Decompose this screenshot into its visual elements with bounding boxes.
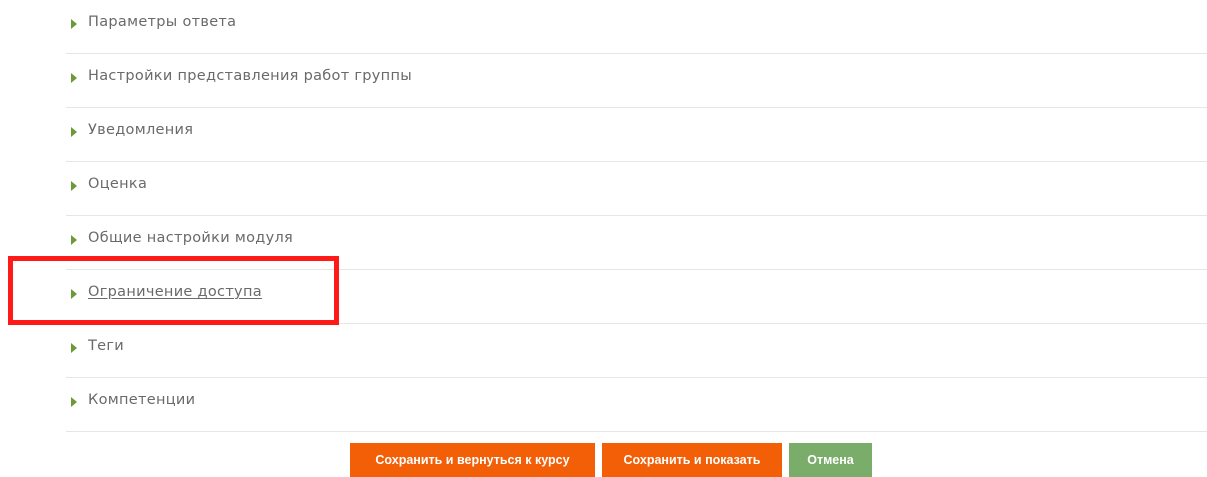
- section-notifications[interactable]: Уведомления: [66, 108, 1207, 162]
- expand-arrow-icon: [71, 235, 77, 245]
- save-and-display-button[interactable]: Сохранить и показать: [602, 443, 782, 477]
- expand-arrow-icon: [71, 181, 77, 191]
- section-tags[interactable]: Теги: [66, 324, 1207, 378]
- expand-arrow-icon: [71, 343, 77, 353]
- expand-arrow-icon: [71, 19, 77, 29]
- section-competencies[interactable]: Компетенции: [66, 378, 1207, 432]
- form-action-buttons: Сохранить и вернуться к курсу Сохранить …: [0, 443, 1207, 477]
- expand-arrow-icon: [71, 73, 77, 83]
- section-label[interactable]: Оценка: [88, 176, 147, 192]
- save-and-return-button[interactable]: Сохранить и вернуться к курсу: [350, 443, 595, 477]
- expand-arrow-icon: [71, 397, 77, 407]
- section-group-submission[interactable]: Настройки представления работ группы: [66, 54, 1207, 108]
- section-label[interactable]: Общие настройки модуля: [88, 230, 293, 246]
- highlight-annotation-box: [8, 256, 339, 325]
- expand-arrow-icon: [71, 127, 77, 137]
- section-label[interactable]: Уведомления: [88, 122, 193, 138]
- cancel-button[interactable]: Отмена: [789, 443, 872, 477]
- section-label[interactable]: Параметры ответа: [88, 14, 236, 30]
- section-response-params[interactable]: Параметры ответа: [66, 0, 1207, 54]
- collapsible-sections: Параметры ответа Настройки представления…: [66, 0, 1207, 432]
- section-label[interactable]: Настройки представления работ группы: [88, 68, 412, 84]
- settings-form: Параметры ответа Настройки представления…: [0, 0, 1207, 477]
- section-label[interactable]: Компетенции: [88, 392, 195, 408]
- section-label[interactable]: Теги: [88, 338, 124, 354]
- section-grade[interactable]: Оценка: [66, 162, 1207, 216]
